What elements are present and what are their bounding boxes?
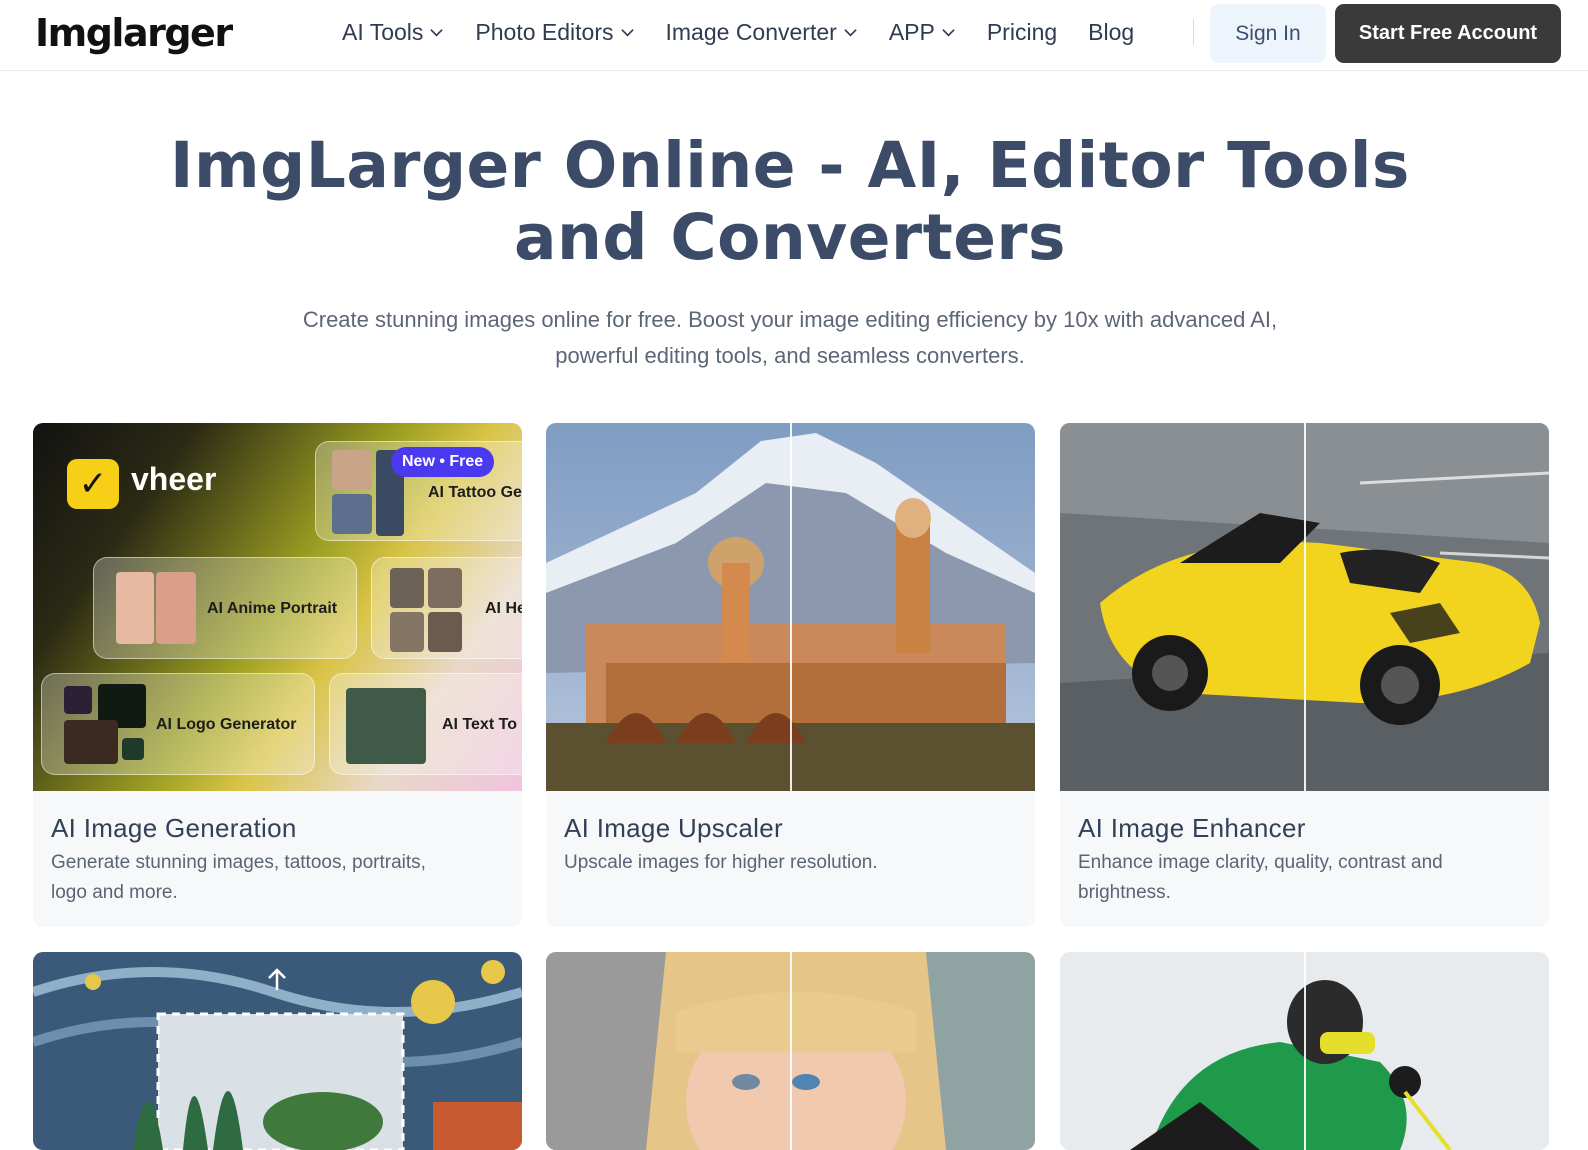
logo-sample-icon [64,686,92,714]
vheer-brand: vheer [131,461,217,497]
chevron-down-icon [620,28,634,37]
card-description-line-1: Upscale images for higher resolution. [564,852,878,873]
nav-app[interactable]: APP [889,19,956,46]
anime-portrait-icon [116,572,154,644]
logo-sample-icon [122,738,144,760]
promo-tile-text-to-image: AI Text To I [329,673,522,775]
card-description-line-2: brightness. [1078,882,1171,903]
card-description: Enhance image clarity, quality, contrast… [1078,848,1528,908]
card-ai-sharpener[interactable] [1060,952,1549,1150]
hero-subtitle: Create stunning images online for free. … [240,302,1340,374]
chevron-down-icon [844,28,857,37]
top-nav: Imglarger AI Tools Photo Editors Image C… [0,0,1588,71]
page-title: ImgLarger Online - AI, Editor Tools and … [0,130,1580,274]
imglarger-logo[interactable]: Imglarger [35,8,233,58]
card-title: AI Image Generation [51,813,297,843]
chevron-down-icon [942,28,955,37]
nav-image-converter[interactable]: Image Converter [666,19,858,46]
nav-pricing[interactable]: Pricing [987,19,1057,46]
card-description: Upscale images for higher resolution. [564,848,1014,878]
vheer-promo-image: ✓ vheer AI Tattoo Ge New • Free AI Anime… [33,423,522,791]
promo-tile-label: AI Tattoo Ge [428,484,522,501]
start-free-account-button[interactable]: Start Free Account [1335,4,1561,63]
promo-tile-logo: AI Logo Generator [41,673,315,775]
vheer-logo-icon: ✓ [67,459,119,509]
nav-app-label: APP [888,18,935,45]
nav-photo-editors-label: Photo Editors [475,18,614,45]
card-title: AI Image Upscaler [564,813,783,843]
before-after-divider[interactable] [790,423,792,791]
tattoo-thumb-icon [332,494,372,534]
hero-subtitle-line-2: powerful editing tools, and seamless con… [555,343,1025,368]
promo-tile-label: AI Logo Generator [156,716,297,733]
card-description-line-2: logo and more. [51,882,178,903]
sign-in-button[interactable]: Sign In [1210,4,1326,63]
before-after-divider[interactable] [790,952,792,1150]
anime-portrait-icon [156,572,196,644]
before-after-divider[interactable] [1304,952,1306,1150]
promo-tile-headshot: AI He [371,557,522,659]
promo-tile-label: AI He [485,600,522,617]
new-free-badge: New • Free [391,447,495,477]
card-ai-image-upscaler[interactable]: AI Image Upscaler Upscale images for hig… [546,423,1035,927]
card-ai-image-generation[interactable]: ✓ vheer AI Tattoo Ge New • Free AI Anime… [33,423,522,927]
nav-ai-tools[interactable]: AI Tools [342,19,444,46]
headshot-icon [390,568,424,608]
card-title: AI Image Enhancer [1078,813,1306,843]
page-title-line-2: and Converters [513,201,1067,274]
card-description-line-1: Generate stunning images, tattoos, portr… [51,852,426,873]
card-ai-image-enhancer[interactable]: AI Image Enhancer Enhance image clarity,… [1060,423,1549,927]
headshot-icon [428,568,462,608]
logo-sample-icon [64,720,118,764]
tattoo-thumb-icon [332,450,372,490]
nav-blog[interactable]: Blog [1088,19,1134,46]
nav-divider [1193,19,1194,45]
nav-blog-label: Blog [1088,18,1135,45]
card-ai-portrait[interactable] [546,952,1035,1150]
upscaler-before-after-image [546,423,1035,791]
card-ai-image-extender[interactable] [33,952,522,1150]
enhancer-before-after-image [1060,423,1549,791]
text-to-image-sample-icon [346,688,426,764]
hero-subtitle-line-1: Create stunning images online for free. … [302,307,1278,332]
nav-ai-tools-label: AI Tools [342,18,424,45]
card-description: Generate stunning images, tattoos, portr… [51,848,501,908]
card-description-line-1: Enhance image clarity, quality, contrast… [1078,852,1443,873]
headshot-icon [428,612,462,652]
nav-pricing-label: Pricing [986,18,1058,45]
nav-photo-editors[interactable]: Photo Editors [475,19,634,46]
arrow-up-icon [268,968,286,990]
nav-image-converter-label: Image Converter [665,18,837,45]
before-after-divider[interactable] [1304,423,1306,791]
promo-tile-anime: AI Anime Portrait [93,557,357,659]
page-title-line-1: ImgLarger Online - AI, Editor Tools [170,129,1410,202]
headshot-icon [390,612,424,652]
promo-tile-label: AI Text To I [442,716,522,733]
nav-links: AI Tools Photo Editors Image Converter A… [342,0,1165,64]
promo-tile-label: AI Anime Portrait [207,600,338,617]
chevron-down-icon [430,28,444,37]
